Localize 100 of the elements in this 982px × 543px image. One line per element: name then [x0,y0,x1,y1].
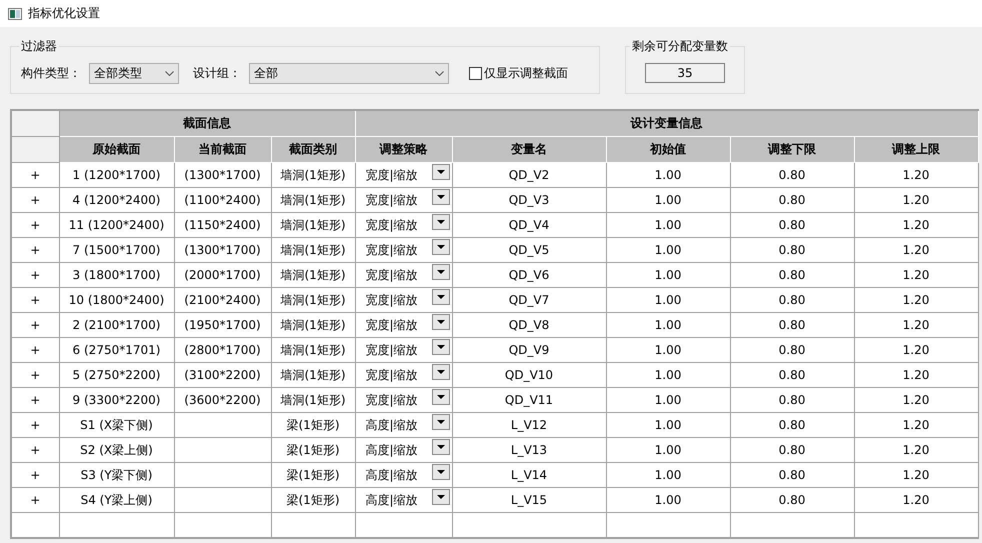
caret-icon [436,245,444,249]
expand-toggle[interactable]: + [11,338,59,362]
table-cell: QD_V4 [452,212,606,238]
dropdown-button[interactable] [432,389,450,405]
table-cell: (2100*2400) [174,288,271,312]
table-cell: 1.00 [606,238,730,262]
expand-toggle[interactable]: + [11,212,59,238]
table-cell: (3100*2200) [174,362,271,388]
table-cell: (2000*1700) [174,262,271,288]
table-cell: 1.20 [854,412,978,438]
strategy-value: 高度|缩放 [366,466,418,484]
expand-toggle[interactable]: + [11,462,59,488]
expand-toggle[interactable]: + [11,162,59,188]
table-cell: 5 (2750*2200) [59,362,174,388]
dropdown-button[interactable] [432,464,450,480]
dropdown-button[interactable] [432,289,450,305]
table-cell: QD_V11 [452,388,606,412]
table-cell: 墙洞(1矩形) [271,312,355,338]
expand-toggle[interactable]: + [11,388,59,412]
caret-icon [436,220,444,224]
caret-icon [436,395,444,399]
dropdown-button[interactable] [432,414,450,430]
expand-toggle[interactable]: + [11,312,59,338]
dropdown-button[interactable] [432,164,450,180]
table-cell: (1300*1700) [174,162,271,188]
table-cell: 0.80 [730,212,854,238]
strategy-value: 宽度|缩放 [366,166,418,184]
table-cell: 4 (1200*2400) [59,188,174,212]
strategy-value: 宽度|缩放 [366,292,418,308]
table-cell: 1.00 [606,462,730,488]
table-cell: 0.80 [730,162,854,188]
dropdown-button[interactable] [432,214,450,230]
caret-icon [436,445,444,449]
table-cell: 1.20 [854,188,978,212]
expand-toggle[interactable]: + [11,262,59,288]
checkbox[interactable] [469,66,482,80]
dropdown-button[interactable] [432,489,450,505]
table-cell: 1.00 [606,188,730,212]
table-cell: 1.00 [606,412,730,438]
dropdown-button[interactable] [432,364,450,380]
table-cell: 0.80 [730,488,854,512]
table-cell: L_V14 [452,462,606,488]
table-cell: 3 (1800*1700) [59,262,174,288]
table-cell: (3600*2200) [174,388,271,412]
table-cell: 10 (1800*2400) [59,288,174,312]
table-cell: QD_V2 [452,162,606,188]
table-cell: (1150*2400) [174,212,271,238]
window-icon [8,8,22,20]
table-cell: L_V15 [452,488,606,512]
dropdown-button[interactable] [432,439,450,455]
checkbox-label[interactable]: 仅显示调整截面 [469,64,568,82]
expand-toggle[interactable]: + [11,412,59,438]
table-cell: (1100*2400) [174,188,271,212]
table-cell: 墙洞(1矩形) [271,338,355,362]
table-cell: 1.00 [606,488,730,512]
remaining-count-field[interactable]: 35 [645,63,725,83]
table-cell: (1950*1700) [174,312,271,338]
expand-toggle[interactable]: + [11,488,59,512]
table-cell: QD_V8 [452,312,606,338]
table-cell: L_V12 [452,412,606,438]
dropdown-button[interactable] [432,189,450,205]
caret-icon [436,195,444,199]
table-cell: 1.20 [854,362,978,388]
table-cell: 0.80 [730,238,854,262]
strategy-value: 宽度|缩放 [366,216,418,234]
window-title: 指标优化设置 [28,5,100,22]
table-cell: (1300*1700) [174,238,271,262]
table-cell: L_V13 [452,438,606,462]
table-cell: 墙洞(1矩形) [271,388,355,412]
table-cell: 1.00 [606,288,730,312]
dropdown-button[interactable] [432,339,450,355]
dropdown-button[interactable] [432,239,450,255]
table-cell: S4 (Y梁上侧) [59,488,174,512]
table-cell: QD_V5 [452,238,606,262]
expand-toggle[interactable]: + [11,438,59,462]
table-cell: 1 (1200*1700) [59,162,174,188]
table-cell: 1.00 [606,388,730,412]
table-cell: 7 (1500*1700) [59,238,174,262]
design-group-dropdown[interactable]: 全部 [249,62,449,84]
expand-toggle[interactable]: + [11,288,59,312]
table-cell: 1.20 [854,288,978,312]
table-cell: 1.20 [854,338,978,362]
table-cell: 墙洞(1矩形) [271,188,355,212]
component-type-dropdown[interactable]: 全部类型 [89,62,179,84]
strategy-value: 宽度|缩放 [366,242,418,258]
expand-toggle[interactable]: + [11,238,59,262]
table-cell: (2800*1700) [174,338,271,362]
table-cell: 0.80 [730,262,854,288]
table-cell: 1.20 [854,162,978,188]
dropdown-button[interactable] [432,264,450,280]
table-cell: 墙洞(1矩形) [271,288,355,312]
field-label: 设计组： [193,64,241,82]
group-title: 剩余可分配变量数 [630,38,730,55]
table-cell: 1.20 [854,212,978,238]
dropdown-button[interactable] [432,314,450,330]
table-cell: 1.20 [854,488,978,512]
column-header: 原始截面 [59,136,174,162]
caret-icon [436,495,444,499]
expand-toggle[interactable]: + [11,362,59,388]
expand-toggle[interactable]: + [11,188,59,212]
